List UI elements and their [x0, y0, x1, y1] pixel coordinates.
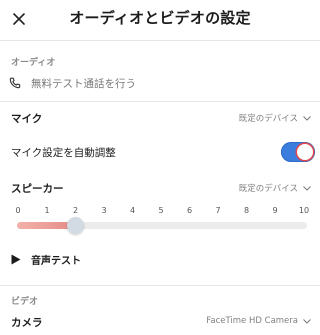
toggle-knob — [297, 144, 313, 160]
free-test-call-link[interactable]: 無料テスト通話を行う — [9, 74, 136, 92]
audio-divider — [0, 101, 320, 102]
speaker-dropdown-value: 既定のデバイス — [238, 184, 298, 194]
play-icon — [11, 254, 21, 264]
sound-test-button[interactable]: 音声テスト — [11, 252, 81, 267]
volume-tick: 4 — [129, 206, 136, 215]
volume-tick: 9 — [272, 206, 278, 215]
microphone-dropdown-value: 既定のデバイス — [238, 114, 298, 124]
chevron-down-icon — [303, 318, 311, 324]
volume-tick: 5 — [158, 206, 164, 215]
phone-icon — [9, 77, 21, 89]
volume-tick: 7 — [215, 206, 221, 215]
volume-tick: 8 — [243, 206, 250, 215]
header-divider — [0, 40, 320, 41]
volume-slider-track[interactable] — [17, 222, 307, 229]
audio-section-label: オーディオ — [11, 58, 56, 68]
volume-tick: 10 — [298, 206, 310, 215]
auto-adjust-toggle[interactable] — [281, 142, 315, 162]
volume-tick: 3 — [101, 206, 107, 215]
camera-dropdown-value: FaceTime HD Camera — [206, 316, 298, 326]
microphone-label: マイク — [11, 113, 43, 125]
auto-adjust-label: マイク設定を自動調整 — [11, 147, 116, 159]
volume-tick: 1 — [44, 206, 50, 215]
speaker-dropdown[interactable]: 既定のデバイス — [239, 182, 311, 194]
dialog-title: オーディオとビデオの設定 — [69, 9, 251, 27]
volume-tick: 6 — [186, 206, 193, 215]
sound-test-label: 音声テスト — [31, 255, 81, 267]
volume-slider-thumb[interactable] — [66, 217, 84, 234]
video-section-label: ビデオ — [11, 297, 39, 307]
chevron-down-icon — [303, 185, 311, 191]
video-divider — [0, 285, 320, 286]
camera-label: カメラ — [11, 317, 43, 329]
free-test-call-label: 無料テスト通話を行う — [31, 77, 136, 90]
volume-scale: 0 1 2 3 4 5 6 7 8 9 10 — [0, 206, 320, 218]
microphone-dropdown[interactable]: 既定のデバイス — [239, 112, 311, 124]
camera-dropdown[interactable]: FaceTime HD Camera — [206, 316, 311, 326]
volume-tick: 0 — [15, 206, 21, 215]
speaker-label: スピーカー — [11, 183, 64, 195]
volume-tick: 2 — [72, 206, 79, 215]
dialog-header: オーディオとビデオの設定 — [0, 0, 320, 40]
chevron-down-icon — [303, 115, 311, 121]
